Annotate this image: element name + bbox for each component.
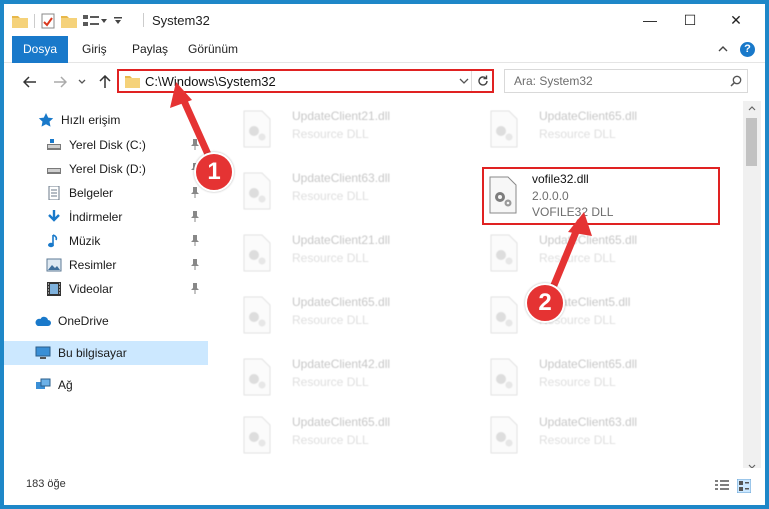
callout-2: 2 bbox=[525, 283, 565, 323]
annotation-arrows bbox=[170, 82, 592, 294]
callout-1: 1 bbox=[194, 152, 234, 192]
arrow-2 bbox=[548, 212, 592, 294]
